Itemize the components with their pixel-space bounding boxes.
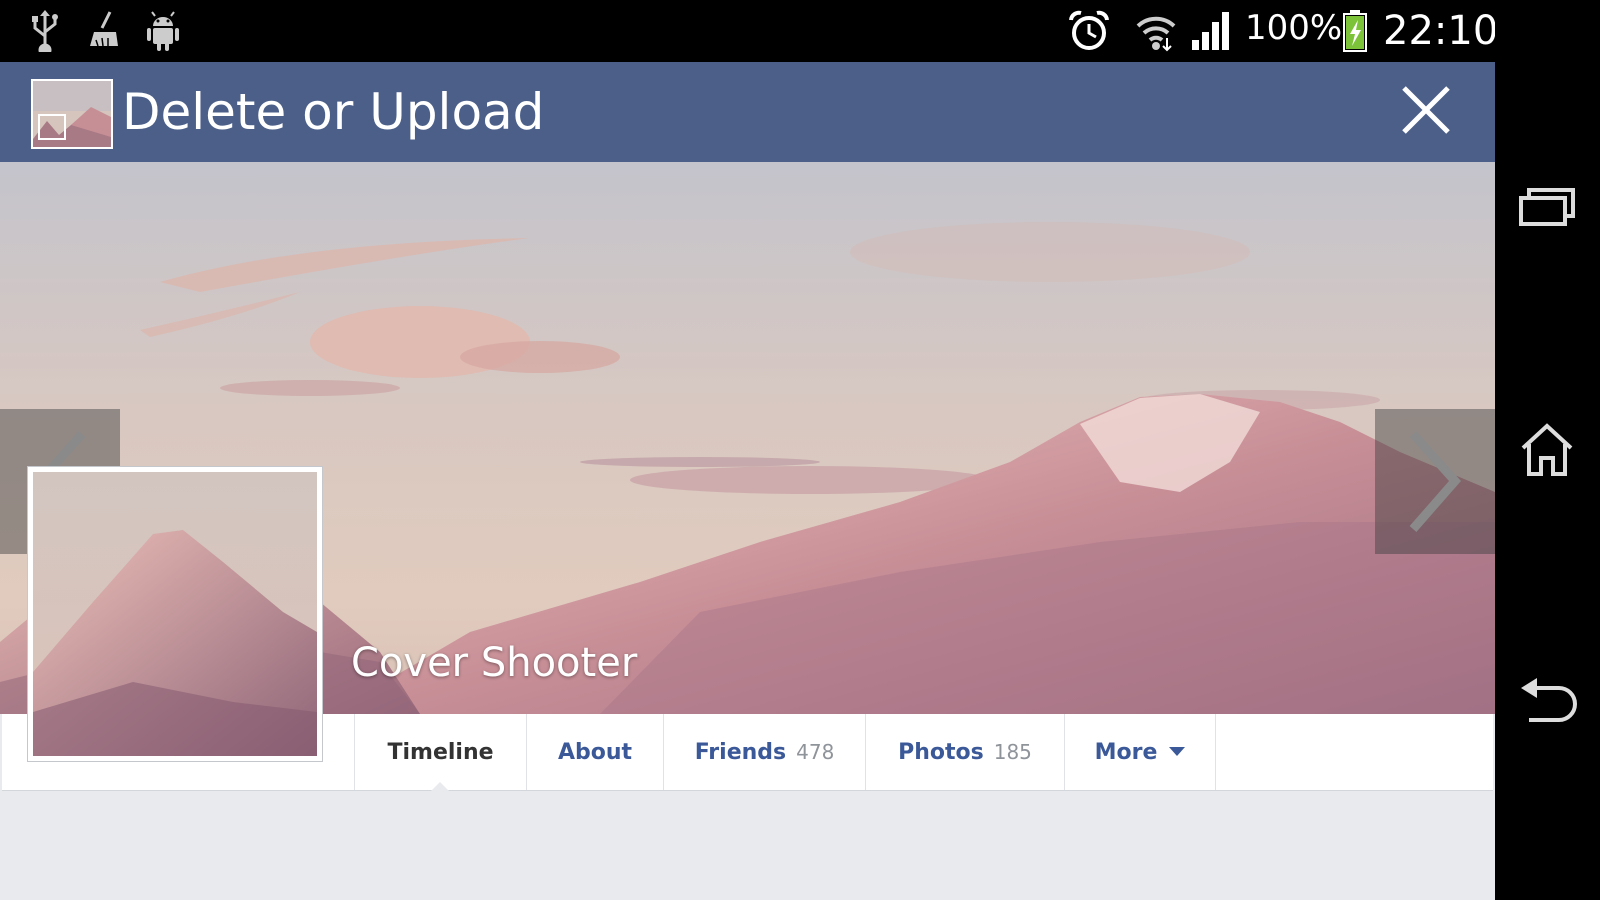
tab-label: About: [557, 739, 633, 765]
close-icon[interactable]: [1398, 82, 1454, 138]
profile-name: Cover Shooter: [351, 640, 638, 686]
tab-friends[interactable]: Friends 478: [663, 714, 865, 790]
android-icon: [147, 11, 179, 51]
signal-icon: [1192, 12, 1229, 50]
profile-picture[interactable]: [27, 466, 323, 762]
photos-count: 185: [993, 740, 1032, 764]
app-bar: Delete or Upload: [0, 62, 1495, 162]
chevron-right-icon: [1409, 431, 1462, 532]
battery-charging-icon: [1343, 10, 1367, 52]
recent-apps-icon[interactable]: [1515, 176, 1579, 240]
tab-about[interactable]: About: [526, 714, 663, 790]
active-tab-indicator: [430, 782, 450, 792]
tab-label: Friends: [694, 739, 787, 765]
usb-icon: [32, 10, 58, 52]
alarm-icon: [1069, 10, 1109, 50]
friends-count: 478: [796, 740, 835, 764]
page-title: Delete or Upload: [122, 83, 545, 141]
tab-photos[interactable]: Photos 185: [865, 714, 1064, 790]
wifi-icon: [1136, 16, 1176, 52]
app-thumbnail: [31, 79, 113, 149]
tab-timeline[interactable]: Timeline: [354, 714, 526, 790]
next-cover-button[interactable]: [1375, 409, 1495, 554]
clock: 22:10: [1383, 8, 1499, 54]
caret-down-icon: [1169, 747, 1186, 756]
tab-label: Photos: [898, 739, 984, 765]
tab-label: More: [1094, 739, 1158, 765]
status-bar: 100% 22:10: [0, 0, 1499, 62]
battery-percent: 100%: [1245, 8, 1343, 48]
profile-page: Cover Shooter Timeline About Friends 478…: [0, 162, 1495, 900]
tab-more[interactable]: More: [1064, 714, 1216, 790]
system-nav-bar: [1495, 0, 1600, 900]
tab-label: Timeline: [387, 739, 494, 765]
back-icon[interactable]: [1515, 670, 1579, 734]
cleaner-icon: [90, 11, 118, 47]
home-icon[interactable]: [1515, 418, 1579, 482]
